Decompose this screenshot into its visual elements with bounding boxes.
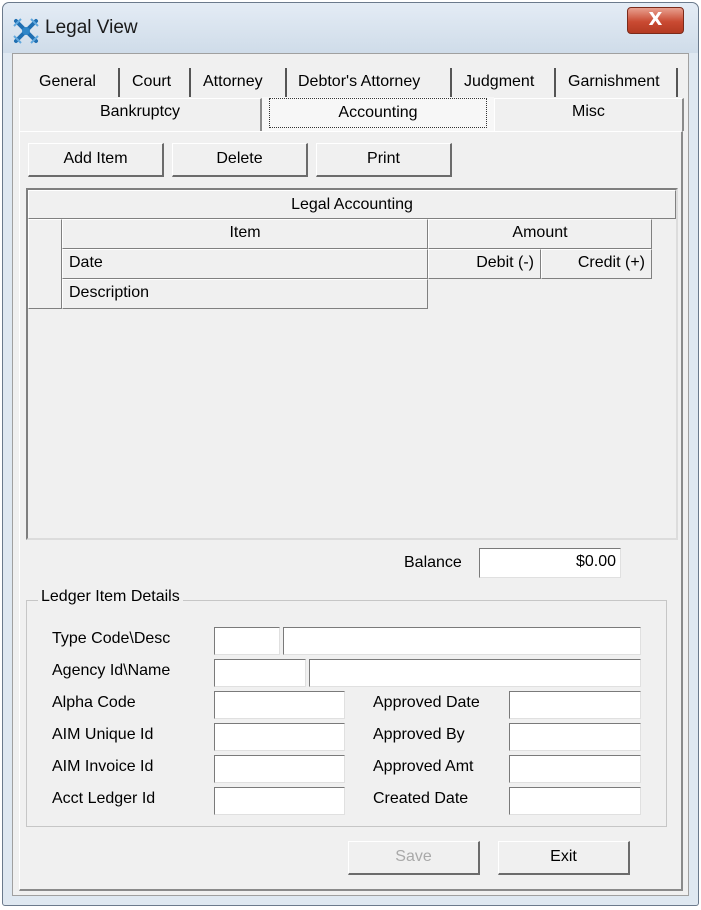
tab-separator — [285, 68, 287, 97]
type-code-field[interactable] — [214, 627, 280, 655]
approved-by-label: Approved By — [373, 726, 465, 743]
aim-unique-id-field[interactable] — [214, 723, 345, 751]
alpha-code-field[interactable] — [214, 691, 345, 719]
type-code-desc-label: Type Code\Desc — [52, 630, 171, 647]
type-desc-field[interactable] — [283, 627, 641, 655]
ledger-item-details-title: Ledger Item Details — [38, 588, 183, 606]
column-header-date[interactable]: Date — [62, 249, 428, 279]
row-header-column — [28, 219, 62, 309]
approved-amt-field[interactable] — [509, 755, 641, 783]
legal-accounting-grid[interactable]: Legal Accounting Item Amount Date Debit … — [26, 188, 678, 540]
column-header-credit[interactable]: Credit (+) — [541, 249, 652, 279]
tab-bankruptcy[interactable]: Bankruptcy — [19, 98, 262, 131]
column-header-amount[interactable]: Amount — [428, 219, 652, 249]
tab-general[interactable]: General — [39, 66, 96, 98]
balance-label: Balance — [404, 554, 462, 571]
window-title: Legal View — [45, 17, 138, 38]
tab-separator — [118, 68, 120, 97]
print-button[interactable]: Print — [316, 143, 452, 177]
tab-judgment[interactable]: Judgment — [464, 66, 535, 98]
approved-by-field[interactable] — [509, 723, 641, 751]
exit-button[interactable]: Exit — [498, 841, 630, 875]
column-header-item[interactable]: Item — [62, 219, 428, 249]
close-icon: X — [648, 9, 663, 30]
aim-invoice-id-label: AIM Invoice Id — [52, 758, 154, 775]
agency-name-field[interactable] — [309, 659, 641, 687]
tab-separator — [554, 68, 556, 97]
tab-misc[interactable]: Misc — [494, 98, 684, 131]
approved-date-label: Approved Date — [373, 694, 480, 711]
tab-debtors-attorney[interactable]: Debtor's Attorney — [298, 66, 421, 98]
tab-accounting[interactable]: Accounting — [262, 97, 494, 132]
column-header-debit[interactable]: Debit (-) — [428, 249, 541, 279]
balance-field: $0.00 — [479, 548, 621, 578]
tab-attorney[interactable]: Attorney — [203, 66, 263, 98]
agency-id-field[interactable] — [214, 659, 306, 687]
tab-court[interactable]: Court — [132, 66, 172, 98]
column-header-description[interactable]: Description — [62, 279, 428, 309]
created-date-field[interactable] — [509, 787, 641, 815]
alpha-code-label: Alpha Code — [52, 694, 136, 711]
tab-garnishment[interactable]: Garnishment — [568, 66, 660, 98]
aim-unique-id-label: AIM Unique Id — [52, 726, 154, 743]
approved-amt-label: Approved Amt — [373, 758, 474, 775]
acct-ledger-id-field[interactable] — [214, 787, 345, 815]
created-date-label: Created Date — [373, 790, 469, 807]
add-item-button[interactable]: Add Item — [28, 143, 164, 177]
delete-button[interactable]: Delete — [172, 143, 308, 177]
grid-title: Legal Accounting — [28, 190, 676, 219]
tab-separator — [676, 68, 678, 97]
tab-separator — [450, 68, 452, 97]
acct-ledger-id-label: Acct Ledger Id — [52, 790, 156, 807]
agency-id-name-label: Agency Id\Name — [52, 662, 171, 679]
close-button[interactable]: X — [627, 7, 684, 34]
approved-date-field[interactable] — [509, 691, 641, 719]
save-button[interactable]: Save — [348, 841, 480, 875]
tab-separator — [189, 68, 191, 97]
title-bar: Legal View X — [3, 3, 698, 53]
aim-invoice-id-field[interactable] — [214, 755, 345, 783]
app-icon — [13, 18, 39, 44]
